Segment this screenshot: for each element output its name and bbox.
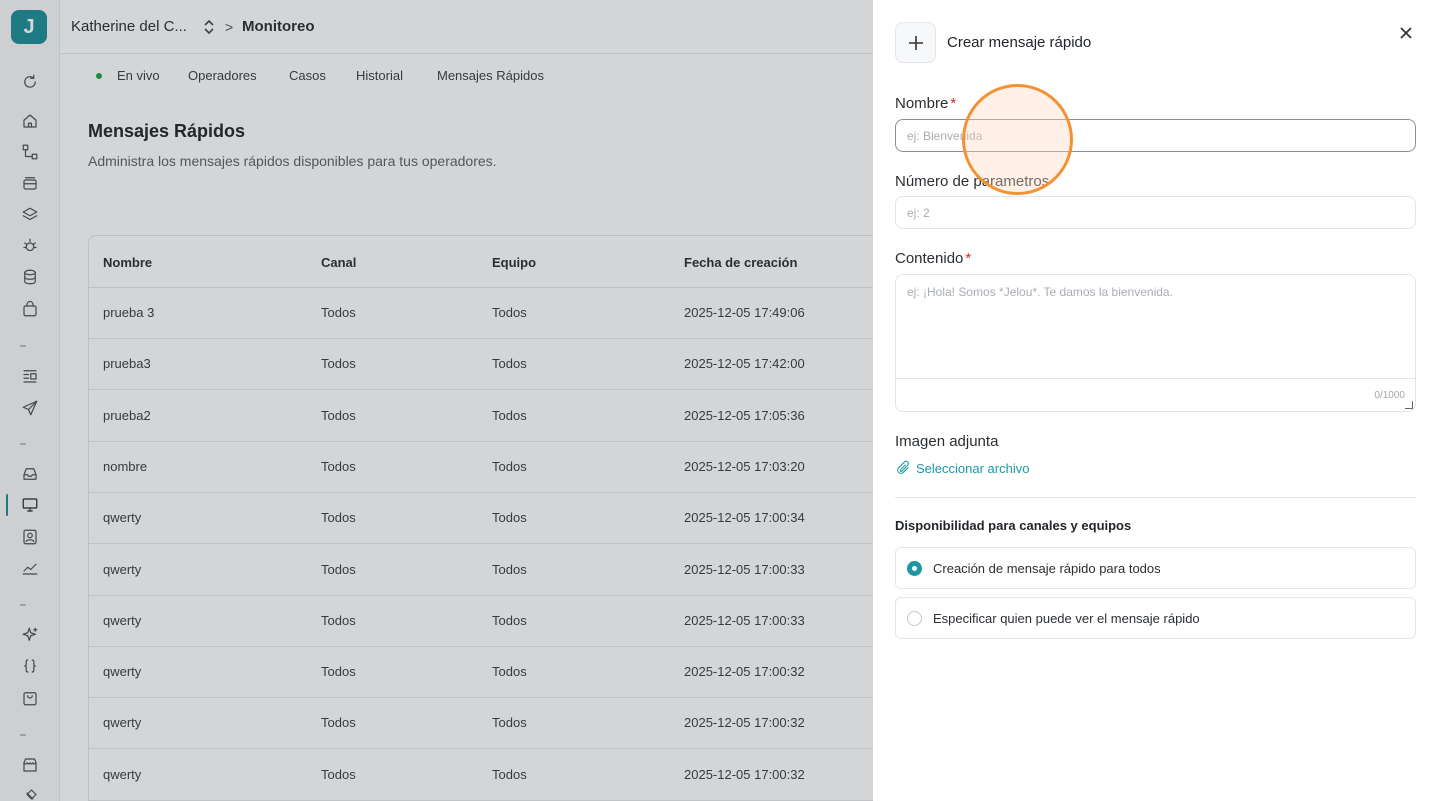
modal-backdrop[interactable] <box>0 0 873 801</box>
option-specific-label: Especificar quien puede ver el mensaje r… <box>933 611 1200 626</box>
option-specific[interactable]: Especificar quien puede ver el mensaje r… <box>895 597 1416 639</box>
plus-icon <box>895 22 936 63</box>
click-indicator <box>962 84 1073 195</box>
content-field: 0/1000 <box>895 274 1416 412</box>
divider <box>895 497 1416 498</box>
char-counter: 0/1000 <box>1374 390 1405 401</box>
drawer-title: Crear mensaje rápido <box>947 34 1092 51</box>
name-label: Nombre * <box>895 95 957 112</box>
option-all[interactable]: Creación de mensaje rápido para todos <box>895 547 1416 589</box>
close-icon <box>1400 27 1412 39</box>
radio-unselected[interactable] <box>907 611 922 626</box>
content-label: Contenido * <box>895 250 972 267</box>
create-message-drawer: Crear mensaje rápido Nombre* Número de p… <box>873 0 1438 801</box>
paperclip-icon <box>897 460 909 474</box>
close-button[interactable] <box>1395 22 1417 44</box>
availability-title: Disponibilidad para canales y equipos <box>895 518 1132 533</box>
image-label: Imagen adjunta <box>895 433 999 450</box>
select-file-label: Seleccionar archivo <box>916 460 1030 476</box>
radio-selected[interactable] <box>907 561 922 576</box>
option-all-label: Creación de mensaje rápido para todos <box>933 561 1161 576</box>
params-input[interactable] <box>895 196 1416 229</box>
select-file-button[interactable]: Seleccionar archivo <box>895 460 1029 476</box>
resize-handle[interactable] <box>1405 401 1413 409</box>
content-textarea[interactable] <box>896 275 1415 379</box>
